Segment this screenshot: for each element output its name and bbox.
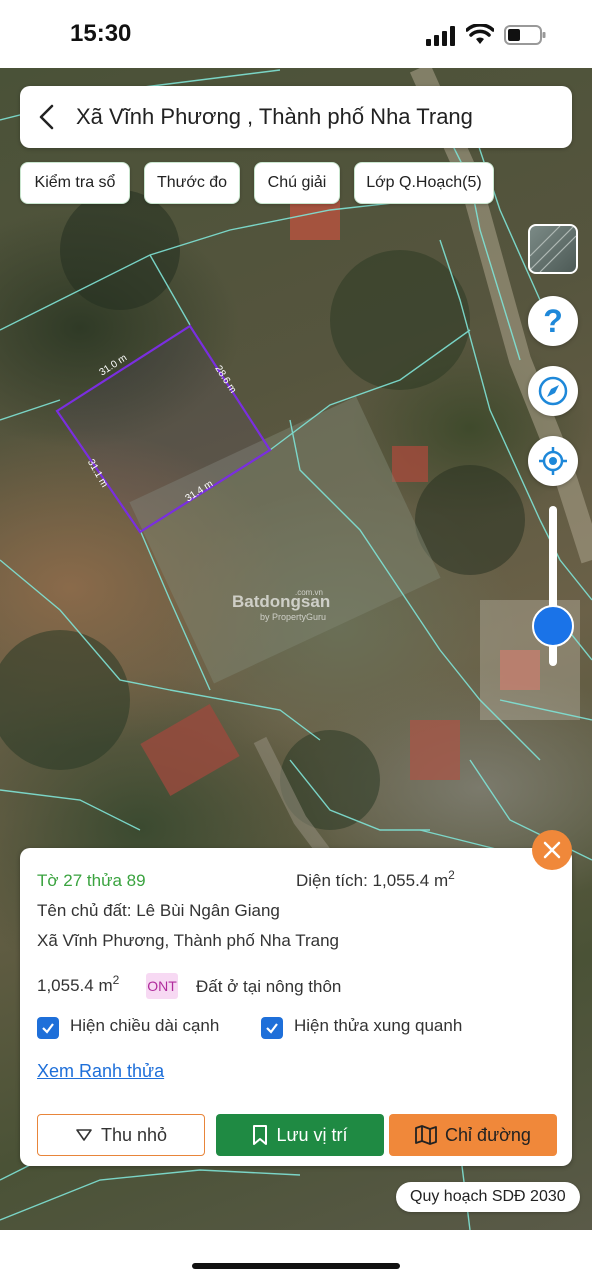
land-type: Đất ở tại nông thôn bbox=[196, 977, 342, 996]
parcel-ref: Tờ 27 thửa 89 bbox=[37, 871, 146, 890]
planning-layer-pill[interactable]: Quy hoạch SDĐ 2030 bbox=[396, 1182, 580, 1212]
show-neighbors-label[interactable]: Hiện thửa xung quanh bbox=[294, 1016, 462, 1036]
save-location-button[interactable]: Lưu vị trí bbox=[216, 1114, 384, 1156]
watermark: Batdongsan .com.vn by PropertyGuru bbox=[232, 588, 330, 622]
status-time: 15:30 bbox=[70, 20, 132, 47]
parcel-area-label: Diện tích: 1,055.4 m bbox=[296, 871, 449, 890]
save-location-label: Lưu vị trí bbox=[276, 1124, 348, 1145]
status-bar: 15:30 bbox=[0, 0, 592, 68]
locate-icon bbox=[539, 447, 567, 475]
owner-name: Tên chủ đất: Lê Bùi Ngân Giang bbox=[37, 901, 280, 920]
land-area-value: 1,055.4 m bbox=[37, 976, 113, 995]
watermark-sub: by PropertyGuru bbox=[260, 612, 327, 622]
view-parcel-boundary-link[interactable]: Xem Ranh thửa bbox=[37, 1061, 164, 1082]
compass-button[interactable] bbox=[528, 366, 578, 416]
location-header: Xã Vĩnh Phương , Thành phố Nha Trang bbox=[20, 86, 572, 148]
show-edges-checkbox[interactable] bbox=[37, 1017, 59, 1039]
watermark-domain: .com.vn bbox=[294, 588, 323, 597]
location-title: Xã Vĩnh Phương , Thành phố Nha Trang bbox=[76, 104, 473, 129]
parcel-area-sup: 2 bbox=[448, 868, 455, 882]
map-icon bbox=[415, 1125, 437, 1145]
parcel-address: Xã Vĩnh Phương, Thành phố Nha Trang bbox=[37, 931, 339, 950]
locate-button[interactable] bbox=[528, 436, 578, 486]
triangle-down-icon bbox=[76, 1129, 92, 1141]
parcel-info-card: Tờ 27 thửa 89 Diện tích: 1,055.4 m2 Tên … bbox=[20, 848, 572, 1166]
bookmark-icon bbox=[253, 1125, 268, 1145]
map-layer-toggle[interactable] bbox=[528, 224, 578, 274]
land-code-badge: ONT bbox=[146, 973, 178, 999]
check-icon bbox=[266, 1023, 278, 1034]
chip-legend[interactable]: Chú giải bbox=[254, 162, 340, 204]
show-neighbors-checkbox[interactable] bbox=[261, 1017, 283, 1039]
directions-button[interactable]: Chỉ đường bbox=[389, 1114, 557, 1156]
question-icon: ? bbox=[543, 302, 563, 339]
back-arrow-icon[interactable] bbox=[36, 103, 58, 131]
minimize-label: Thu nhỏ bbox=[100, 1124, 168, 1145]
chip-planning-layers[interactable]: Lớp Q.Hoạch(5) bbox=[354, 162, 494, 204]
land-area: 1,055.4 m2 bbox=[37, 973, 120, 996]
chip-check-book[interactable]: Kiểm tra sổ bbox=[20, 162, 130, 204]
signal-icon bbox=[426, 26, 455, 46]
battery-icon bbox=[504, 25, 546, 45]
home-indicator[interactable] bbox=[192, 1263, 400, 1269]
help-button[interactable]: ? bbox=[528, 296, 578, 346]
check-icon bbox=[42, 1023, 54, 1034]
bottom-bar bbox=[0, 1230, 592, 1280]
compass-icon bbox=[538, 376, 568, 406]
map-layer-icon bbox=[530, 226, 576, 272]
land-area-sup: 2 bbox=[112, 973, 120, 987]
parcel-area: Diện tích: 1,055.4 m2 bbox=[296, 868, 455, 891]
close-card-button[interactable] bbox=[532, 830, 572, 870]
show-edges-label[interactable]: Hiện chiều dài cạnh bbox=[70, 1016, 219, 1036]
close-icon bbox=[543, 841, 561, 859]
wifi-icon bbox=[466, 24, 494, 44]
directions-label: Chỉ đường bbox=[445, 1124, 531, 1145]
zoom-slider-thumb[interactable] bbox=[532, 605, 574, 647]
chip-ruler[interactable]: Thước đo bbox=[144, 162, 240, 204]
minimize-button[interactable]: Thu nhỏ bbox=[37, 1114, 205, 1156]
